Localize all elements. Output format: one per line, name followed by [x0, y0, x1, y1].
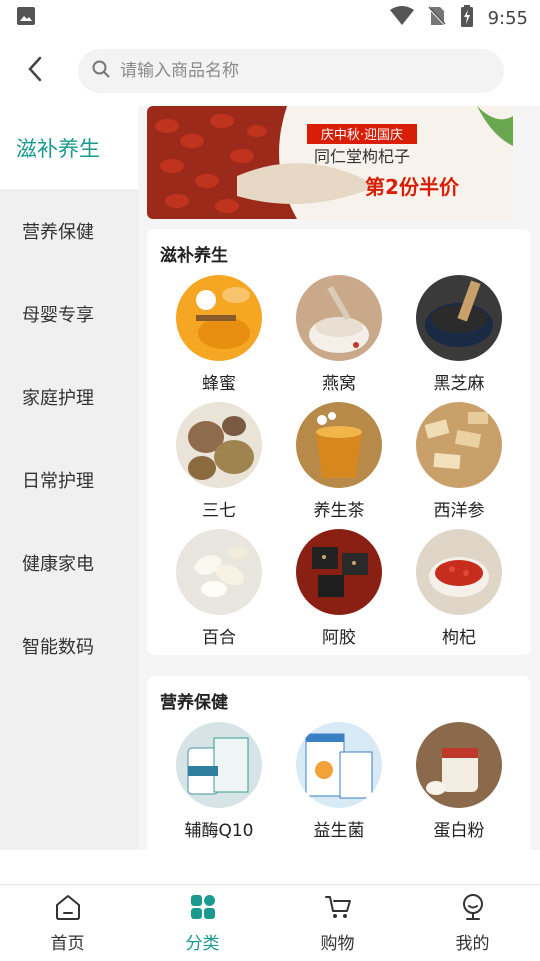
sidebar-item-muying[interactable]: 母婴专享 [0, 272, 138, 355]
health-tea-image [296, 402, 382, 488]
section-title: 营养保健 [160, 693, 228, 713]
category-sidebar: 滋补养生 营养保健 母婴专享 家庭护理 日常护理 健康家电 智能数码 [0, 106, 138, 850]
coq10-image [176, 722, 262, 808]
section-zibu: 滋补养生 蜂蜜 燕窝 黑芝麻 三七 养生茶 西洋参 百合 阿胶 枸杞 [147, 229, 531, 655]
product-coq10[interactable]: 辅酶Q10 [159, 722, 279, 848]
section-title: 滋补养生 [160, 246, 228, 266]
product-health-tea[interactable]: 养生茶 [279, 402, 399, 528]
cart-icon [324, 893, 352, 925]
sidebar-item-zibu[interactable]: 滋补养生 [0, 106, 138, 189]
birdnest-image [296, 275, 382, 361]
product-protein-powder[interactable]: 蛋白粉 [399, 722, 519, 848]
search-box[interactable] [78, 49, 504, 93]
status-time: 9:55 [487, 7, 528, 29]
sidebar-item-jiadian[interactable]: 健康家电 [0, 521, 138, 604]
search-icon [92, 60, 110, 82]
product-sanqi[interactable]: 三七 [159, 402, 279, 528]
no-sim-icon [427, 5, 446, 31]
promo-banner[interactable]: 庆中秋·迎国庆 同仁堂枸杞子 第2份半价 [147, 106, 513, 219]
product-ejiao[interactable]: 阿胶 [279, 529, 399, 655]
product-honey[interactable]: 蜂蜜 [159, 275, 279, 401]
sidebar-item-yingyang[interactable]: 营养保健 [0, 189, 138, 272]
tab-profile[interactable]: 我的 [405, 885, 540, 961]
search-input[interactable] [118, 60, 482, 82]
tab-home[interactable]: 首页 [0, 885, 135, 961]
sidebar-item-richang[interactable]: 日常护理 [0, 438, 138, 521]
banner-line3: 第2份半价 [365, 175, 460, 199]
category-content: 庆中秋·迎国庆 同仁堂枸杞子 第2份半价 滋补养生 蜂蜜 燕窝 黑芝麻 三七 养… [138, 106, 540, 850]
goji-image [416, 529, 502, 615]
wifi-icon [389, 5, 414, 31]
banner-line2: 同仁堂枸杞子 [314, 147, 410, 166]
image-notification-icon [16, 6, 36, 30]
ejiao-image [296, 529, 382, 615]
banner-line1: 庆中秋·迎国庆 [321, 128, 403, 143]
product-birdnest[interactable]: 燕窝 [279, 275, 399, 401]
sidebar-item-jiating[interactable]: 家庭护理 [0, 355, 138, 438]
product-probiotics[interactable]: 益生菌 [279, 722, 399, 848]
product-goji[interactable]: 枸杞 [399, 529, 519, 655]
product-black-sesame[interactable]: 黑芝麻 [399, 275, 519, 401]
bottom-spacer [0, 850, 540, 884]
product-lily[interactable]: 百合 [159, 529, 279, 655]
sidebar-item-shuma[interactable]: 智能数码 [0, 604, 138, 687]
tab-category[interactable]: 分类 [135, 885, 270, 961]
probiotics-image [296, 722, 382, 808]
user-icon [459, 893, 487, 925]
lily-image [176, 529, 262, 615]
tab-cart[interactable]: 购物 [270, 885, 405, 961]
home-icon [54, 893, 82, 925]
status-bar: 9:55 [0, 0, 540, 36]
header [0, 36, 540, 106]
bottom-tab-bar: 首页 分类 购物 我的 [0, 884, 540, 961]
grid-icon [189, 893, 217, 925]
sanqi-image [176, 402, 262, 488]
battery-charging-icon [460, 4, 474, 32]
black-sesame-image [416, 275, 502, 361]
protein-powder-image [416, 722, 502, 808]
american-ginseng-image [416, 402, 502, 488]
product-american-ginseng[interactable]: 西洋参 [399, 402, 519, 528]
chevron-left-icon [27, 56, 43, 86]
back-button[interactable] [0, 36, 70, 106]
honey-image [176, 275, 262, 361]
section-yingyang: 营养保健 辅酶Q10 益生菌 蛋白粉 [147, 676, 531, 850]
